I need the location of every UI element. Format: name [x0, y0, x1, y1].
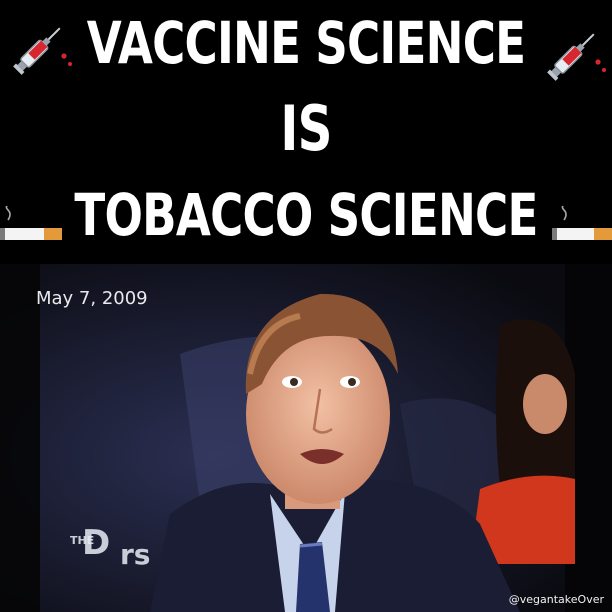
meme-image: VACCINE SCIENCE IS TOBACCO SCIENCE D rs …: [0, 0, 612, 612]
video-frame: D rs THE May 7, 2009 @vegantakeOver: [0, 264, 612, 612]
headline-block: VACCINE SCIENCE IS TOBACCO SCIENCE: [0, 0, 612, 262]
syringe-icon: [547, 33, 606, 81]
account-watermark: @vegantakeOver: [508, 593, 604, 606]
cigarette-icon: [552, 206, 612, 240]
headline-line-2: IS: [280, 92, 332, 165]
svg-text:THE: THE: [70, 534, 94, 547]
broadcast-date: May 7, 2009: [36, 288, 148, 309]
cigarette-icon: [0, 206, 62, 240]
syringe-icon: [13, 27, 72, 75]
headline-line-1: VACCINE SCIENCE: [86, 9, 526, 77]
svg-text:rs: rs: [120, 538, 150, 571]
headline-line-3: TOBACCO SCIENCE: [74, 181, 538, 249]
tv-still-illustration: D rs THE: [0, 264, 612, 612]
